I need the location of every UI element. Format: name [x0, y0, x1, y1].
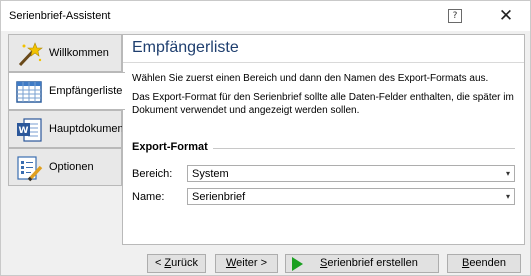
- wizard-window: Serienbrief-Assistent ? ✕ Willkommen Emp…: [0, 0, 531, 276]
- heading-divider: [123, 62, 524, 63]
- name-value: Serienbrief: [192, 191, 246, 203]
- table-grid-icon: [16, 81, 42, 103]
- title-bar: Serienbrief-Assistent ? ✕: [1, 1, 530, 31]
- description-text: Das Export-Format für den Serienbrief so…: [132, 92, 514, 116]
- finish-button[interactable]: Beenden: [447, 254, 521, 273]
- create-serienbrief-button[interactable]: Serienbrief erstellen: [285, 254, 439, 273]
- svg-text:W: W: [19, 126, 29, 136]
- word-document-icon: W: [17, 118, 42, 142]
- sidebar-item-willkommen[interactable]: Willkommen: [8, 34, 122, 72]
- instruction-text: Wählen Sie zuerst einen Bereich und dann…: [132, 73, 489, 84]
- chevron-down-icon: ▾: [505, 192, 510, 201]
- chevron-down-icon: ▾: [505, 169, 510, 178]
- main-panel: Empfängerliste Wählen Sie zuerst einen B…: [122, 34, 525, 245]
- bereich-dropdown[interactable]: System ▾: [187, 165, 515, 182]
- next-button[interactable]: Weiter >: [215, 254, 278, 273]
- sidebar-item-label: Willkommen: [49, 47, 109, 59]
- checklist-pencil-icon: [17, 156, 43, 182]
- help-button[interactable]: ?: [448, 9, 462, 23]
- sidebar-item-label: Empfängerliste: [49, 85, 123, 97]
- play-icon: [292, 257, 303, 271]
- bereich-label: Bereich:: [132, 168, 173, 180]
- page-title: Empfängerliste: [132, 39, 239, 56]
- sidebar-item-label: Optionen: [49, 161, 94, 173]
- name-dropdown[interactable]: Serienbrief ▾: [187, 188, 515, 205]
- sidebar-item-hauptdokument[interactable]: W Hauptdokument: [8, 110, 127, 148]
- name-label: Name:: [132, 191, 165, 203]
- sidebar-item-optionen[interactable]: Optionen: [8, 148, 122, 186]
- sidebar-item-empfaengerliste[interactable]: Empfängerliste: [8, 72, 125, 110]
- close-button[interactable]: ✕: [496, 6, 516, 26]
- wizard-sidebar: Willkommen Empfängerliste W Hauptdokumen…: [8, 34, 127, 271]
- export-format-group-title: Export-Format: [132, 141, 208, 153]
- window-title: Serienbrief-Assistent: [9, 10, 111, 22]
- group-divider: [213, 148, 515, 149]
- sidebar-item-label: Hauptdokument: [49, 123, 127, 135]
- bereich-value: System: [192, 168, 229, 180]
- back-button[interactable]: < Zurück: [147, 254, 206, 273]
- wand-icon: [18, 42, 43, 67]
